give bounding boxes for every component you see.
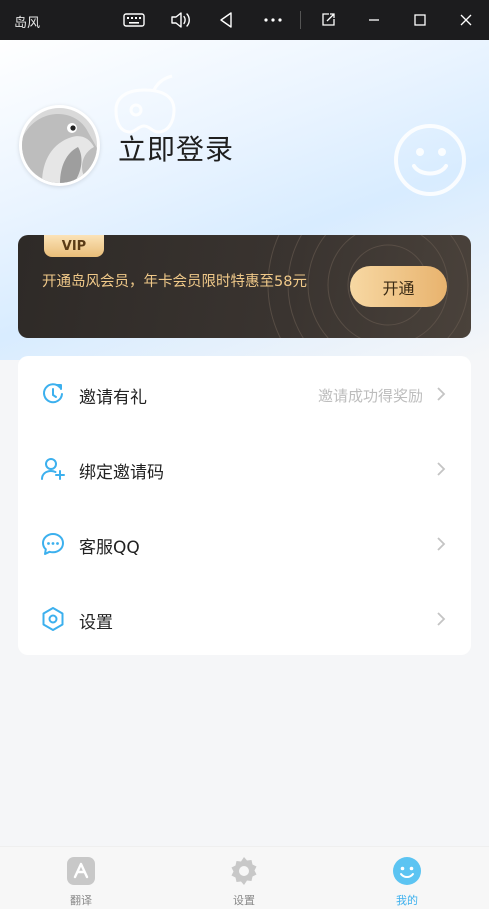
back-icon[interactable] [214,8,238,32]
menu-item-invite[interactable]: 邀请有礼 邀请成功得奖励 [18,356,471,431]
chevron-right-icon [437,462,446,476]
settings-icon [42,607,64,631]
settings-icon [231,857,257,885]
chevron-right-icon [437,537,446,551]
chevron-right-icon [437,612,446,626]
add-user-icon [41,458,65,480]
avatar[interactable] [19,105,100,186]
profile-icon [393,857,421,885]
translate-icon [67,857,95,885]
menu-item-label: 客服QQ [79,538,140,558]
vip-open-button[interactable]: 开通 [350,266,447,307]
tab-settings[interactable]: 设置 [194,847,294,909]
tab-profile[interactable]: 我的 [357,847,457,909]
smiley-decoration-icon [394,124,466,196]
menu-item-label: 绑定邀请码 [79,463,164,483]
window-title: 岛风 [14,16,40,31]
tab-translate[interactable]: 翻译 [31,847,131,909]
menu-item-subtext: 邀请成功得奖励 [317,387,423,405]
volume-icon[interactable] [168,8,192,32]
resize-icon[interactable] [316,8,340,32]
default-avatar-icon [22,108,97,183]
more-icon[interactable] [261,8,285,32]
invite-icon [43,383,63,404]
menu-item-label: 邀请有礼 [79,388,147,408]
keyboard-icon[interactable] [122,8,146,32]
menu-item-support-qq[interactable]: 客服QQ [18,506,471,581]
tab-label: 翻译 [70,894,92,907]
tab-label: 设置 [233,894,255,907]
minimize-icon[interactable] [362,8,386,32]
bottom-navigation: 翻译 设置 我的 [0,846,489,909]
window-titlebar: 岛风 [0,0,489,40]
menu-item-label: 设置 [79,613,113,633]
menu-card: 邀请有礼 邀请成功得奖励 绑定邀请码 客服QQ 设置 [18,356,471,655]
chat-icon [42,533,64,555]
vip-badge: VIP [44,235,104,257]
menu-item-settings[interactable]: 设置 [18,581,471,656]
vip-banner[interactable]: VIP 开通岛风会员，年卡会员限时特惠至58元 开通 [18,235,471,338]
tab-label: 我的 [396,894,418,907]
vip-promo-text: 开通岛风会员，年卡会员限时特惠至58元 [42,274,307,290]
menu-item-bind-code[interactable]: 绑定邀请码 [18,431,471,506]
maximize-icon[interactable] [408,8,432,32]
titlebar-divider [300,11,301,29]
chevron-right-icon [437,387,446,401]
login-prompt[interactable]: 立即登录 [118,128,234,168]
close-icon[interactable] [454,8,478,32]
